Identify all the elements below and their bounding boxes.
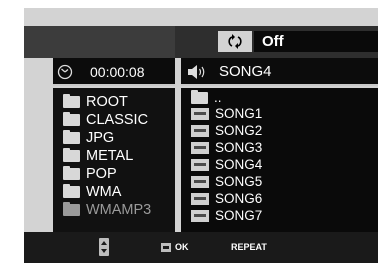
file-item[interactable]: SONG6 bbox=[191, 192, 262, 206]
mp3-file-icon bbox=[191, 125, 209, 137]
file-item[interactable]: SONG4 bbox=[191, 158, 262, 172]
file-label: SONG1 bbox=[215, 106, 263, 121]
folder-label: WMAMP3 bbox=[86, 202, 152, 218]
repeat-icon bbox=[228, 34, 242, 49]
file-label: SONG7 bbox=[215, 208, 263, 223]
now-playing-title: SONG4 bbox=[219, 63, 272, 80]
file-label: SONG2 bbox=[215, 123, 263, 138]
folder-list: ROOT CLASSIC JPG METAL POP WMA WMAMP3 bbox=[53, 88, 175, 232]
parent-folder-label: .. bbox=[214, 90, 222, 105]
ok-hint-label: OK bbox=[175, 242, 189, 252]
elapsed-time: 00:00:08 bbox=[90, 64, 145, 80]
folder-item[interactable]: ROOT bbox=[63, 94, 128, 110]
file-item[interactable]: SONG1 bbox=[191, 107, 262, 121]
mp3-file-icon bbox=[191, 159, 209, 171]
folder-item[interactable]: METAL bbox=[63, 148, 133, 164]
folder-item[interactable]: WMA bbox=[63, 184, 121, 200]
clock-icon bbox=[57, 64, 73, 80]
file-item[interactable]: SONG3 bbox=[191, 141, 262, 155]
top-bar-left bbox=[24, 26, 175, 58]
folder-item[interactable]: CLASSIC bbox=[63, 112, 148, 128]
mp3-file-icon bbox=[191, 108, 209, 120]
mp3-file-icon bbox=[191, 193, 209, 205]
folder-label: POP bbox=[86, 166, 117, 182]
folder-item[interactable]: WMAMP3 bbox=[63, 202, 151, 218]
repeat-hint-label: REPEAT bbox=[231, 242, 267, 252]
mp3-file-icon bbox=[191, 210, 209, 222]
mp3-file-icon bbox=[191, 176, 209, 188]
folder-item[interactable]: POP bbox=[63, 166, 117, 182]
folder-label: CLASSIC bbox=[86, 112, 149, 128]
parent-folder-item[interactable]: .. bbox=[191, 90, 222, 105]
enter-icon bbox=[161, 243, 171, 252]
now-playing-box bbox=[181, 58, 378, 86]
folder-icon bbox=[191, 90, 208, 104]
file-label: SONG3 bbox=[215, 140, 263, 155]
file-label: SONG4 bbox=[215, 157, 263, 172]
folder-icon bbox=[63, 184, 80, 198]
repeat-icon-box[interactable] bbox=[218, 31, 252, 52]
file-list: .. SONG1 SONG2 SONG3 SONG4 SONG5 SONG6 S… bbox=[181, 88, 378, 232]
file-label: SONG6 bbox=[215, 191, 263, 206]
folder-item[interactable]: JPG bbox=[63, 130, 114, 146]
file-item[interactable]: SONG2 bbox=[191, 124, 262, 138]
folder-icon bbox=[63, 94, 80, 108]
folder-label: WMA bbox=[86, 184, 122, 200]
folder-label: ROOT bbox=[86, 94, 128, 110]
file-item[interactable]: SONG5 bbox=[191, 175, 262, 189]
file-item[interactable]: SONG7 bbox=[191, 209, 262, 223]
speaker-icon bbox=[188, 65, 205, 79]
mp3-file-icon bbox=[191, 142, 209, 154]
up-down-icon bbox=[99, 238, 109, 256]
folder-label: JPG bbox=[86, 130, 115, 146]
folder-icon bbox=[63, 202, 80, 216]
folder-icon bbox=[63, 112, 80, 126]
folder-icon bbox=[63, 166, 80, 180]
folder-icon bbox=[63, 130, 80, 144]
bottom-bar bbox=[24, 232, 378, 263]
file-label: SONG5 bbox=[215, 174, 263, 189]
folder-label: METAL bbox=[86, 148, 134, 164]
folder-icon bbox=[63, 148, 80, 162]
repeat-mode-value[interactable]: Off bbox=[254, 31, 378, 52]
